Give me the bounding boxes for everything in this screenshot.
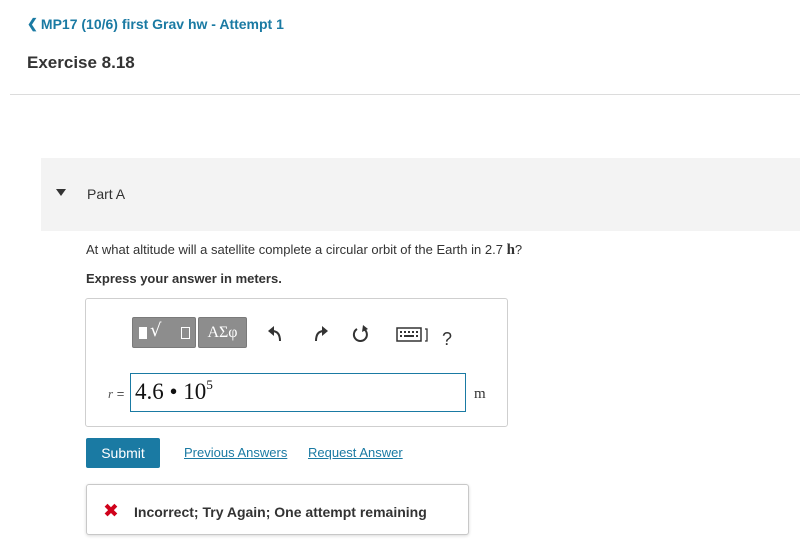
answer-variable-label: r = <box>108 386 124 402</box>
back-link-label: MP17 (10/6) first Grav hw - Attempt 1 <box>40 16 284 32</box>
question-suffix: ? <box>514 242 523 257</box>
submit-button[interactable]: Submit <box>86 438 160 468</box>
answer-mantissa: 4.6 • 10 <box>135 379 207 404</box>
template-box-icon <box>181 327 190 339</box>
request-answer-link[interactable]: Request Answer <box>308 445 403 460</box>
question-prefix: At what altitude will a satellite comple… <box>86 242 503 257</box>
back-link[interactable]: ❮ MP17 (10/6) first Grav hw - Attempt 1 <box>27 16 284 32</box>
templates-button[interactable]: √ <box>132 317 196 348</box>
redo-icon[interactable] <box>310 323 330 345</box>
previous-answers-link[interactable]: Previous Answers <box>184 445 287 460</box>
equals-sign: = <box>116 386 125 401</box>
radical-icon: √ <box>150 320 162 341</box>
divider <box>10 94 800 95</box>
feedback-box: ✖ Incorrect; Try Again; One attempt rema… <box>86 484 469 535</box>
part-label: Part A <box>87 186 126 202</box>
question-unit: h <box>506 242 515 258</box>
variable-name: r <box>108 386 114 401</box>
greek-symbols-button[interactable]: ΑΣφ <box>198 317 247 348</box>
page-title: Exercise 8.18 <box>27 53 135 72</box>
incorrect-x-icon: ✖ <box>103 500 119 522</box>
answer-exponent: 5 <box>206 377 213 392</box>
chevron-left-icon: ❮ <box>27 16 38 31</box>
feedback-text: Incorrect; Try Again; One attempt remain… <box>134 504 427 520</box>
help-icon[interactable]: ? <box>442 329 462 351</box>
answer-value: 4.6 • 105 <box>135 377 213 405</box>
caret-down-icon[interactable] <box>56 189 66 196</box>
answer-box: √ ΑΣφ ? r = 4.6 • 105 m <box>85 298 508 427</box>
part-header[interactable]: Part A <box>41 158 800 231</box>
answer-unit: m <box>474 386 486 402</box>
reset-icon[interactable] <box>351 323 371 345</box>
question-text: At what altitude will a satellite comple… <box>86 242 522 259</box>
instruction-text: Express your answer in meters. <box>86 271 282 286</box>
keyboard-icon[interactable] <box>396 323 430 345</box>
undo-icon[interactable] <box>266 323 286 345</box>
template-block-icon <box>139 327 147 339</box>
answer-input[interactable]: 4.6 • 105 <box>130 373 466 412</box>
